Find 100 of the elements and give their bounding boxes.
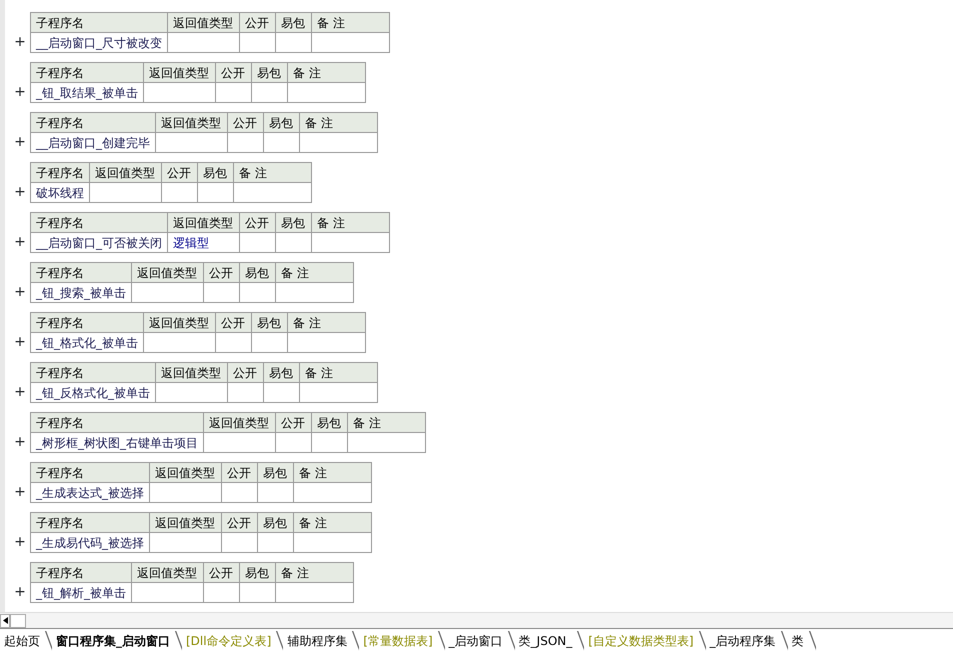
column-header: 公开 — [216, 312, 252, 332]
table-cell — [222, 482, 258, 502]
expand-toggle[interactable]: + — [10, 312, 30, 362]
column-header: 备 注 — [288, 62, 366, 82]
column-header: 返回值类型 — [204, 412, 276, 432]
column-header: 备 注 — [234, 162, 312, 182]
subprogram-name: _钮_解析_被单击 — [30, 582, 132, 602]
return-type — [144, 82, 216, 102]
table-cell — [240, 582, 276, 602]
column-header: 返回值类型 — [168, 12, 240, 32]
column-header: 返回值类型 — [156, 362, 228, 382]
column-header: 易包 — [252, 312, 288, 332]
return-type — [144, 332, 216, 352]
column-header: 返回值类型 — [168, 212, 240, 232]
return-type — [204, 432, 276, 452]
column-header: 子程序名 — [30, 562, 132, 582]
column-header: 返回值类型 — [150, 512, 222, 532]
return-type — [156, 382, 228, 402]
table-cell — [258, 482, 294, 502]
table-cell — [240, 32, 276, 52]
return-type — [132, 582, 204, 602]
column-header: 易包 — [240, 262, 276, 282]
column-header: 备 注 — [312, 212, 390, 232]
column-header: 备 注 — [276, 562, 354, 582]
column-header: 备 注 — [312, 12, 390, 32]
expand-toggle[interactable]: + — [10, 112, 30, 162]
expand-toggle[interactable]: + — [10, 462, 30, 512]
expand-toggle[interactable]: + — [10, 512, 30, 562]
column-header: 子程序名 — [30, 112, 156, 132]
column-header: 备 注 — [348, 412, 426, 432]
table-cell — [276, 232, 312, 252]
column-header: 易包 — [312, 412, 348, 432]
column-header: 子程序名 — [30, 62, 144, 82]
table-cell — [276, 432, 312, 452]
table-cell — [312, 432, 348, 452]
table-cell — [264, 382, 300, 402]
table-cell — [252, 332, 288, 352]
table-cell — [276, 32, 312, 52]
column-header: 返回值类型 — [150, 462, 222, 482]
subprogram-name: _钮_格式化_被单击 — [30, 332, 144, 352]
column-header: 返回值类型 — [90, 162, 162, 182]
subprogram-name: _钮_搜索_被单击 — [30, 282, 132, 302]
column-header: 子程序名 — [30, 362, 156, 382]
column-header: 公开 — [228, 112, 264, 132]
subprogram-name: 破坏线程 — [30, 182, 90, 202]
table-cell — [240, 282, 276, 302]
table-cell — [216, 82, 252, 102]
column-header: 备 注 — [300, 362, 378, 382]
column-header: 公开 — [276, 412, 312, 432]
column-header: 返回值类型 — [132, 562, 204, 582]
table-cell — [204, 282, 240, 302]
expand-toggle[interactable]: + — [10, 62, 30, 112]
return-type — [168, 32, 240, 52]
return-type: 逻辑型 — [168, 232, 240, 252]
scrollbar-thumb[interactable] — [10, 614, 26, 628]
table-cell — [258, 532, 294, 552]
expand-toggle[interactable]: + — [10, 412, 30, 462]
column-header: 易包 — [258, 512, 294, 532]
table-cell — [222, 532, 258, 552]
table-cell — [228, 382, 264, 402]
expand-toggle[interactable]: + — [10, 162, 30, 212]
return-type — [150, 532, 222, 552]
column-header: 子程序名 — [30, 212, 168, 232]
return-type — [90, 182, 162, 202]
subprogram-name: __启动窗口_尺寸被改变 — [30, 32, 168, 52]
table-cell — [252, 82, 288, 102]
column-header: 子程序名 — [30, 462, 150, 482]
column-header: 公开 — [222, 512, 258, 532]
subprogram-name: __启动窗口_可否被关闭 — [30, 232, 168, 252]
subprogram-name: _树形框_树状图_右键单击项目 — [30, 432, 204, 452]
column-header: 备 注 — [288, 312, 366, 332]
subprogram-name: __启动窗口_创建完毕 — [30, 132, 156, 152]
column-header: 易包 — [264, 362, 300, 382]
column-header: 返回值类型 — [156, 112, 228, 132]
column-header: 备 注 — [294, 462, 372, 482]
column-header: 公开 — [228, 362, 264, 382]
column-header: 子程序名 — [30, 312, 144, 332]
expand-toggle[interactable]: + — [10, 362, 30, 412]
return-type — [132, 282, 204, 302]
column-header: 子程序名 — [30, 12, 168, 32]
column-header: 返回值类型 — [144, 62, 216, 82]
expand-toggle[interactable]: + — [10, 212, 30, 262]
column-header: 返回值类型 — [144, 312, 216, 332]
column-header: 子程序名 — [30, 512, 150, 532]
column-header: 易包 — [198, 162, 234, 182]
column-header: 易包 — [276, 212, 312, 232]
column-header: 子程序名 — [30, 262, 132, 282]
subprogram-name: _生成表达式_被选择 — [30, 482, 150, 502]
table-cell — [240, 232, 276, 252]
table-cell — [264, 132, 300, 152]
scroll-left-button[interactable] — [0, 614, 10, 628]
expand-toggle[interactable]: + — [10, 12, 30, 62]
column-header: 易包 — [240, 562, 276, 582]
expand-toggle[interactable]: + — [10, 562, 30, 612]
left-arrow-icon — [2, 617, 8, 624]
column-header: 备 注 — [276, 262, 354, 282]
column-header: 易包 — [258, 462, 294, 482]
expand-toggle[interactable]: + — [10, 262, 30, 312]
column-header: 返回值类型 — [132, 262, 204, 282]
column-header: 公开 — [162, 162, 198, 182]
